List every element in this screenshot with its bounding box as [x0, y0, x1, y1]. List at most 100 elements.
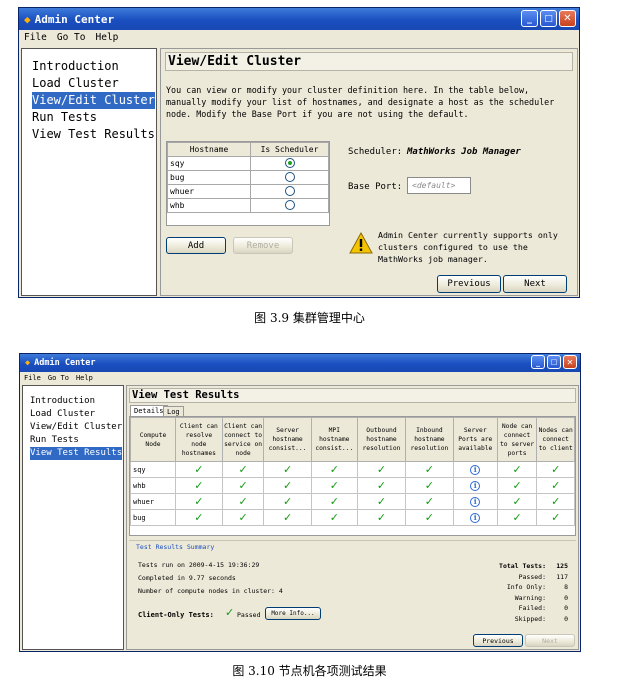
check-icon: ✓: [194, 495, 204, 508]
hostname-table: Hostname Is Scheduler sqy bug whuer whb: [167, 142, 329, 213]
title-bar[interactable]: ◆ Admin Center _ □ ✕: [20, 354, 580, 372]
nav-item-view-edit-cluster[interactable]: View/Edit Cluster: [32, 92, 155, 109]
close-button[interactable]: ✕: [559, 10, 576, 27]
nav-item-view-test-results[interactable]: View Test Results: [30, 447, 123, 460]
nav-item-load-cluster[interactable]: Load Cluster: [32, 75, 156, 92]
check-icon: ✓: [282, 479, 293, 492]
table-row[interactable]: sqy: [167, 156, 329, 171]
nav-item-view-edit-cluster[interactable]: View/Edit Cluster: [30, 421, 123, 434]
scheduler-radio[interactable]: [284, 171, 295, 182]
check-icon: ✓: [329, 495, 339, 508]
hostname-cell[interactable]: whuer: [167, 184, 251, 199]
total-value: 125: [556, 562, 568, 570]
hostname-cell[interactable]: sqy: [167, 156, 251, 171]
check-icon: ✓: [282, 495, 293, 508]
menu-help[interactable]: Help: [76, 374, 93, 382]
check-icon: ✓: [376, 511, 387, 524]
info-icon[interactable]: i: [470, 512, 481, 523]
base-port-field[interactable]: <default>: [407, 177, 471, 194]
scheduler-radio[interactable]: [284, 199, 295, 210]
more-info-button[interactable]: More Info...: [265, 607, 321, 620]
totals-panel: Total Tests: 125 Passed: 117 Info Only: …: [448, 561, 568, 624]
column-header[interactable]: MPI hostname consist...: [310, 417, 358, 462]
menu-file[interactable]: File: [24, 374, 41, 382]
title-bar[interactable]: ◆ Admin Center _ □ ✕: [19, 8, 579, 30]
scheduler-radio-selected[interactable]: [284, 157, 295, 168]
check-icon: ✓: [329, 463, 339, 476]
nav-item-run-tests[interactable]: Run Tests: [32, 109, 156, 126]
column-header-hostname[interactable]: Hostname: [167, 142, 251, 157]
menu-file[interactable]: File: [24, 32, 47, 43]
summary-title: Test Results Summary: [134, 543, 217, 551]
node-cell: sqy: [130, 461, 176, 478]
warning-text: Admin Center currently supports only clu…: [378, 230, 558, 264]
maximize-button[interactable]: □: [547, 355, 561, 369]
column-header[interactable]: Nodes can connect to client: [536, 417, 575, 462]
menu-help[interactable]: Help: [96, 32, 119, 43]
close-button[interactable]: ✕: [563, 355, 577, 369]
add-button[interactable]: Add: [166, 237, 226, 254]
check-icon: ✓: [282, 511, 293, 524]
base-port-placeholder: <default>: [412, 181, 456, 190]
check-icon: ✓: [225, 606, 235, 619]
check-icon: ✓: [551, 479, 561, 492]
nav-item-load-cluster[interactable]: Load Cluster: [30, 408, 123, 421]
column-header[interactable]: Client can connect to service on node: [221, 417, 265, 462]
column-header[interactable]: Client can resolve node hostnames: [175, 417, 223, 462]
nav-item-view-test-results[interactable]: View Test Results: [32, 126, 156, 143]
info-only-label: Info Only:: [506, 583, 546, 591]
check-icon: ✓: [424, 511, 435, 524]
check-icon: ✓: [551, 463, 561, 476]
previous-button[interactable]: Previous: [437, 275, 501, 293]
skipped-label: Skipped:: [514, 614, 546, 623]
scheduler-radio[interactable]: [284, 185, 295, 196]
table-row[interactable]: whb: [167, 198, 329, 213]
hostname-cell[interactable]: bug: [167, 170, 251, 185]
nav-item-introduction[interactable]: Introduction: [32, 58, 156, 75]
window-title: Admin Center: [34, 358, 96, 368]
minimize-button[interactable]: _: [531, 355, 545, 369]
warning-value: 0: [564, 593, 568, 602]
check-icon: ✓: [551, 495, 561, 508]
scheduler-value: MathWorks Job Manager: [407, 147, 521, 157]
menu-go-to[interactable]: Go To: [48, 374, 69, 382]
remove-button[interactable]: Remove: [233, 237, 293, 254]
info-icon[interactable]: i: [470, 464, 481, 475]
next-button[interactable]: Next: [525, 634, 575, 647]
hostname-cell[interactable]: whb: [167, 198, 251, 213]
check-icon: ✓: [512, 511, 522, 524]
column-header-is-scheduler[interactable]: Is Scheduler: [250, 142, 329, 157]
column-header[interactable]: Outbound hostname resolution: [356, 417, 407, 462]
table-row[interactable]: bug: [167, 170, 329, 185]
admin-center-window-test-results: ◆ Admin Center _ □ ✕ File Go To Help Int…: [19, 353, 581, 652]
column-header[interactable]: Server Ports are available: [452, 417, 498, 462]
minimize-button[interactable]: _: [521, 10, 538, 27]
table-row[interactable]: whuer: [167, 184, 329, 199]
maximize-button[interactable]: □: [540, 10, 557, 27]
client-only-label: Client-Only Tests:: [138, 611, 214, 619]
table-row[interactable]: bug ✓ ✓ ✓ ✓ ✓ ✓ i ✓ ✓: [130, 509, 575, 526]
check-icon: ✓: [329, 511, 339, 524]
check-icon: ✓: [424, 463, 435, 476]
menu-bar: File Go To Help: [24, 374, 580, 382]
nav-item-introduction[interactable]: Introduction: [30, 395, 123, 408]
column-header[interactable]: Compute Node: [130, 417, 176, 462]
menu-go-to[interactable]: Go To: [57, 32, 86, 43]
check-icon: ✓: [376, 463, 387, 476]
nav-item-run-tests[interactable]: Run Tests: [30, 434, 123, 447]
table-row[interactable]: sqy ✓ ✓ ✓ ✓ ✓ ✓ i ✓ ✓: [130, 461, 575, 478]
info-icon[interactable]: i: [470, 496, 481, 507]
passed-label: Passed:: [518, 572, 546, 581]
column-header[interactable]: Server hostname consist...: [263, 417, 312, 462]
table-row[interactable]: whuer ✓ ✓ ✓ ✓ ✓ ✓ i ✓ ✓: [130, 493, 575, 510]
table-row[interactable]: whb ✓ ✓ ✓ ✓ ✓ ✓ i ✓ ✓: [130, 477, 575, 494]
column-header[interactable]: Inbound hostname resolution: [405, 417, 454, 462]
check-icon: ✓: [376, 479, 387, 492]
app-icon: ◆: [24, 12, 31, 26]
previous-button[interactable]: Previous: [473, 634, 523, 647]
content-panel: View/Edit Cluster You can view or modify…: [160, 48, 578, 296]
column-header[interactable]: Node can connect to server ports: [496, 417, 538, 462]
next-button[interactable]: Next: [503, 275, 567, 293]
info-icon[interactable]: i: [470, 480, 481, 491]
failed-value: 0: [564, 604, 568, 612]
